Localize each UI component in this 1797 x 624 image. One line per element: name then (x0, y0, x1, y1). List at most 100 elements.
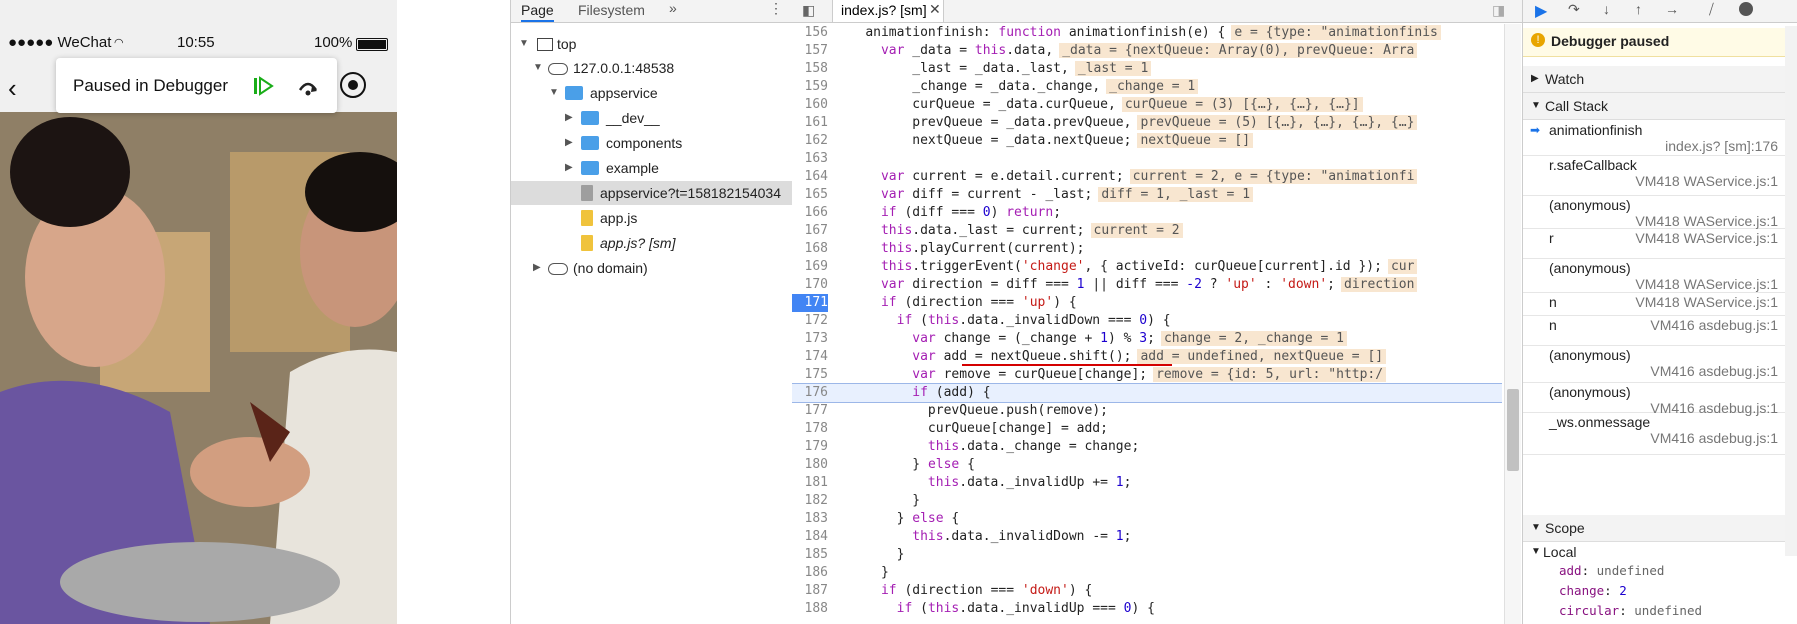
current-frame-icon: ➡ (1530, 123, 1541, 137)
tree-item-appservice[interactable]: ▼ appservice (511, 81, 792, 105)
line-number[interactable]: 178 (792, 420, 828, 438)
line-number[interactable]: 182 (792, 492, 828, 510)
back-icon[interactable]: ‹ (8, 73, 17, 104)
line-number[interactable]: 162 (792, 132, 828, 150)
line-number[interactable]: 175 (792, 366, 828, 384)
tab-page[interactable]: Page (521, 2, 554, 22)
call-frame[interactable]: (anonymous) VM418 WAService.js:1 (1523, 258, 1797, 293)
call-frame[interactable]: (anonymous) VM416 asdebug.js:1 (1523, 345, 1797, 383)
frame-location[interactable]: VM418 WAService.js:1 (1635, 276, 1778, 292)
tab-index-js[interactable]: index.js? [sm] ✕ (832, 0, 944, 22)
status-bar: ●●●●● WeChat ◠ 10:55 100% (0, 34, 397, 56)
scope-variable[interactable]: circular: undefined (1559, 603, 1702, 618)
call-frame[interactable]: _ws.onmessage VM416 asdebug.js:1 (1523, 412, 1797, 455)
tree-item-host[interactable]: ▼ 127.0.0.1:48538 (511, 56, 792, 80)
line-number[interactable]: 176 (792, 384, 828, 402)
tree-item-top[interactable]: ▼ top (511, 32, 792, 56)
line-number[interactable]: 185 (792, 546, 828, 564)
tree-item-example[interactable]: ▶ example (511, 156, 792, 180)
frame-location[interactable]: VM416 asdebug.js:1 (1650, 430, 1778, 446)
line-number[interactable]: 177 (792, 402, 828, 420)
video-frame (0, 112, 397, 624)
line-number[interactable]: 174 (792, 348, 828, 366)
line-number[interactable]: 161 (792, 114, 828, 132)
step-over-icon[interactable] (297, 78, 319, 96)
step-icon[interactable]: → (1665, 1, 1679, 17)
line-number[interactable]: 168 (792, 240, 828, 258)
call-stack-section-header[interactable]: ▼ Call Stack (1523, 93, 1797, 120)
tree-item-appservice-file[interactable]: appservice?t=158182154034 (511, 181, 792, 205)
editor-scrollbar[interactable] (1504, 24, 1521, 624)
step-over-icon[interactable]: ↷ (1568, 1, 1580, 18)
line-number[interactable]: 184 (792, 528, 828, 546)
menu-icon[interactable]: ⋮ (769, 0, 783, 17)
line-number[interactable]: 163 (792, 150, 828, 168)
carrier-label: ●●●●● WeChat (8, 34, 112, 51)
call-frame[interactable]: (anonymous) VM416 asdebug.js:1 (1523, 382, 1797, 416)
toggle-debugger-icon[interactable]: ◨ (1492, 2, 1505, 19)
step-into-icon[interactable]: ↓ (1603, 1, 1610, 17)
line-number[interactable]: 156 (792, 24, 828, 42)
call-frame[interactable]: n VM418 WAService.js:1 (1523, 292, 1797, 316)
sidebar-scrollbar[interactable] (1785, 26, 1797, 556)
pause-on-exceptions-icon[interactable] (1739, 2, 1753, 16)
tree-item-dev[interactable]: ▶ __dev__ (511, 106, 792, 130)
breakpoint-marker[interactable]: 171 (792, 294, 828, 312)
resume-icon[interactable] (252, 76, 274, 96)
line-number[interactable]: 160 (792, 96, 828, 114)
tree-item-no-domain[interactable]: ▶ (no domain) (511, 256, 792, 280)
tree-item-components[interactable]: ▶ components (511, 131, 792, 155)
line-number[interactable]: 158 (792, 60, 828, 78)
local-scope-header[interactable]: ▼ Local (1523, 543, 1797, 563)
code-line: 186 } (792, 564, 1502, 582)
more-tabs-icon[interactable]: » (669, 0, 677, 16)
frame-location[interactable]: index.js? [sm]:176 (1665, 138, 1778, 154)
frame-name: (anonymous) (1549, 384, 1631, 400)
resume-icon[interactable]: ▶ (1535, 1, 1547, 21)
line-number[interactable]: 157 (792, 42, 828, 60)
scope-variable[interactable]: add: undefined (1559, 563, 1664, 578)
frame-name: r (1549, 230, 1554, 246)
line-number[interactable]: 187 (792, 582, 828, 600)
tree-item-app-js-sm[interactable]: app.js? [sm] (511, 231, 792, 255)
scrollbar-thumb[interactable] (1507, 389, 1519, 471)
scope-section-header[interactable]: ▼ Scope (1523, 515, 1797, 542)
call-frame[interactable]: n VM416 asdebug.js:1 (1523, 315, 1797, 346)
call-frame[interactable]: r VM418 WAService.js:1 (1523, 228, 1797, 259)
line-number[interactable]: 179 (792, 438, 828, 456)
deactivate-breakpoints-icon[interactable]: ⧸ (1709, 1, 1714, 18)
line-number[interactable]: 166 (792, 204, 828, 222)
watch-section-header[interactable]: ▶ Watch (1523, 66, 1797, 93)
line-number[interactable]: 165 (792, 186, 828, 204)
line-number[interactable]: 170 (792, 276, 828, 294)
line-number[interactable]: 169 (792, 258, 828, 276)
frame-location[interactable]: VM418 WAService.js:1 (1635, 230, 1778, 246)
frame-location[interactable]: VM418 WAService.js:1 (1635, 173, 1778, 189)
line-number[interactable]: 159 (792, 78, 828, 96)
line-number[interactable]: 164 (792, 168, 828, 186)
call-frame[interactable]: ➡ animationfinish index.js? [sm]:176 (1523, 120, 1797, 156)
step-out-icon[interactable]: ↑ (1635, 1, 1642, 17)
line-number[interactable]: 172 (792, 312, 828, 330)
frame-location[interactable]: VM418 WAService.js:1 (1635, 294, 1778, 310)
scope-variable[interactable]: change: 2 (1559, 583, 1627, 598)
line-number[interactable]: 173 (792, 330, 828, 348)
tree-item-label: top (557, 36, 577, 52)
frame-location[interactable]: VM416 asdebug.js:1 (1650, 317, 1778, 333)
line-number[interactable]: 167 (792, 222, 828, 240)
line-number[interactable]: 188 (792, 600, 828, 618)
tab-filesystem[interactable]: Filesystem (578, 2, 645, 18)
tree-item-app-js[interactable]: app.js (511, 206, 792, 230)
line-number[interactable]: 180 (792, 456, 828, 474)
toggle-navigator-icon[interactable]: ◧ (802, 2, 815, 19)
line-number[interactable]: 186 (792, 564, 828, 582)
close-tab-icon[interactable]: ✕ (929, 1, 941, 18)
code-area[interactable]: 156 animationfinish: function animationf… (792, 24, 1502, 624)
frame-location[interactable]: VM416 asdebug.js:1 (1650, 363, 1778, 379)
call-frame[interactable]: r.safeCallback VM418 WAService.js:1 (1523, 155, 1797, 196)
line-number[interactable]: 183 (792, 510, 828, 528)
record-icon[interactable] (340, 72, 366, 98)
call-frame[interactable]: (anonymous) VM418 WAService.js:1 (1523, 195, 1797, 229)
line-number[interactable]: 181 (792, 474, 828, 492)
frame-location[interactable]: VM418 WAService.js:1 (1635, 213, 1778, 229)
